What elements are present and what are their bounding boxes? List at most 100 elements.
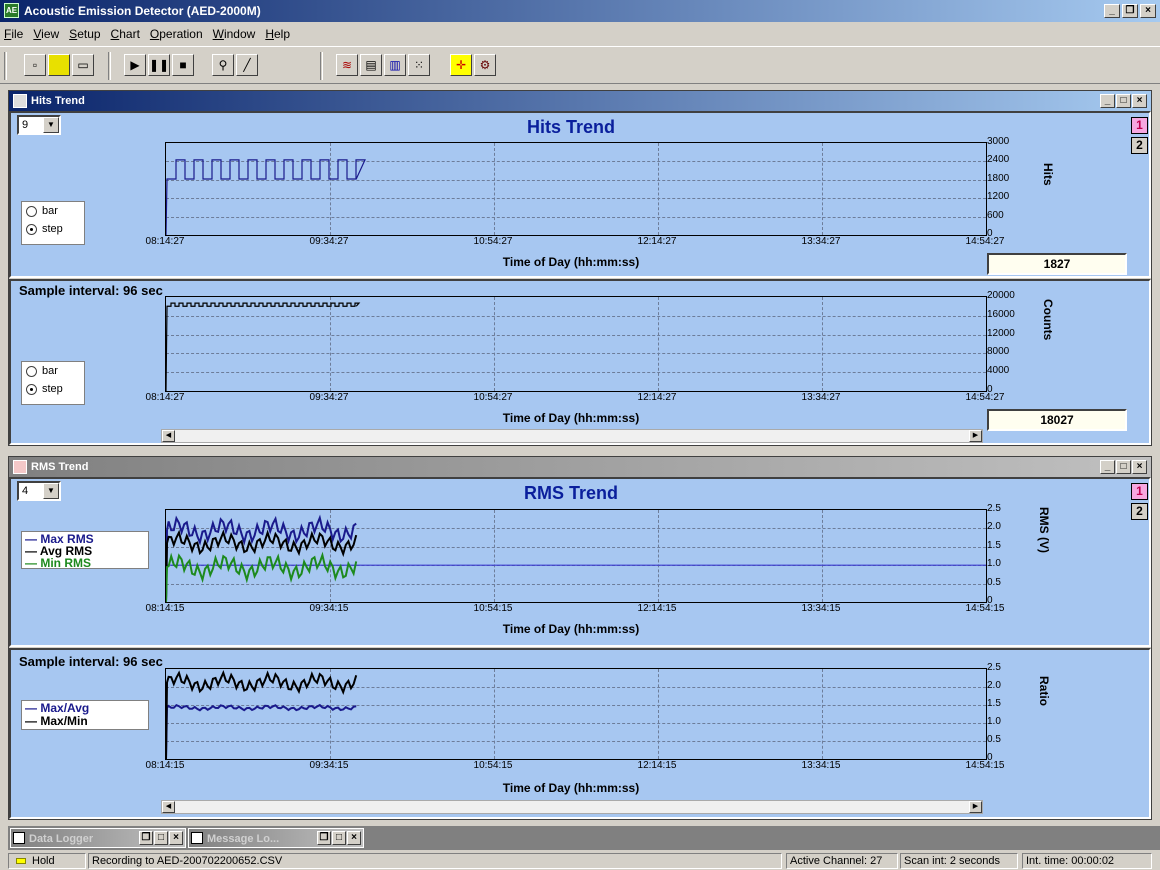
x-tick-label: 08:14:15 <box>145 760 185 771</box>
chart-bar-icon[interactable]: ▥ <box>384 54 406 76</box>
minimize-button[interactable]: _ <box>1104 4 1120 18</box>
scroll-left-icon[interactable]: ◀ <box>162 430 175 442</box>
y-tick-label: 1800 <box>987 172 1010 184</box>
scroll-right-icon[interactable]: ▶ <box>969 430 982 442</box>
menu-bar: File View Setup Chart Operation Window H… <box>0 22 1160 46</box>
data-logger-tab[interactable]: Data Logger ❐ □ × <box>10 828 186 848</box>
maximize-button[interactable]: □ <box>1116 94 1131 108</box>
chevron-down-icon[interactable]: ▼ <box>43 117 59 133</box>
app-title-bar: AE Acoustic Emission Detector (AED-2000M… <box>0 0 1160 22</box>
close-button[interactable]: × <box>169 831 183 845</box>
restore-button[interactable]: ❐ <box>317 831 331 845</box>
probe-icon[interactable]: ⚲ <box>212 54 234 76</box>
y-tick-label: 2400 <box>987 154 1010 166</box>
chart-area-icon[interactable]: ▤ <box>360 54 382 76</box>
minimize-button[interactable]: _ <box>1100 460 1115 474</box>
x-tick-label: 13:34:15 <box>801 603 841 614</box>
x-tick-label: 09:34:27 <box>309 392 349 403</box>
chart-window-icon <box>13 460 27 474</box>
hits-trend-titlebar[interactable]: Hits Trend _ □ × <box>9 91 1151 111</box>
menu-chart[interactable]: Chart <box>111 27 140 41</box>
radio-circle <box>26 223 37 235</box>
minimize-button[interactable]: _ <box>1100 94 1115 108</box>
rms-plot-area[interactable] <box>165 509 987 603</box>
series-line <box>166 159 366 235</box>
y-tick-label: 2.5 <box>987 662 1001 673</box>
pause-icon[interactable]: ❚❚ <box>148 54 170 76</box>
y-tick-label: 600 <box>987 209 1004 221</box>
page-button-1[interactable]: 1 <box>1131 117 1148 134</box>
status-channel: Active Channel: 27 <box>786 853 898 869</box>
maximize-button[interactable]: □ <box>332 831 346 845</box>
legend-item: — Max/Min <box>25 714 88 728</box>
y-tick-label: 2.5 <box>987 503 1001 514</box>
menu-operation[interactable]: Operation <box>150 27 203 41</box>
restore-button[interactable]: ❐ <box>1122 4 1138 18</box>
toolbar-separator <box>320 52 323 80</box>
radio-bar[interactable]: bar <box>22 362 84 380</box>
radio-bar[interactable]: bar <box>22 202 84 220</box>
scroll-left-icon[interactable]: ◀ <box>162 801 175 813</box>
y-tick-label: 1.0 <box>987 558 1001 570</box>
hold-indicator-icon <box>16 858 26 864</box>
menu-view[interactable]: View <box>33 27 59 41</box>
menu-window[interactable]: Window <box>213 27 256 41</box>
chevron-down-icon[interactable]: ▼ <box>43 483 59 499</box>
x-axis-label: Time of Day (hh:mm:ss) <box>502 411 640 425</box>
y-tick-label: 16000 <box>987 308 1015 320</box>
y-tick-label: 12000 <box>987 327 1015 339</box>
hits-plot-area[interactable] <box>165 142 987 236</box>
legend-item: — Avg RMS <box>25 544 93 558</box>
counts-value: 18027 <box>987 409 1127 431</box>
maximize-button[interactable]: □ <box>154 831 168 845</box>
channel-select[interactable]: 4 ▼ <box>17 481 61 501</box>
status-bar: Hold Recording to AED-200702200652.CSV A… <box>0 852 1160 870</box>
horizontal-scrollbar[interactable]: ◀ ▶ <box>161 429 983 443</box>
crosshair-icon[interactable]: ✛ <box>450 54 472 76</box>
pen-icon[interactable]: ╱ <box>236 54 258 76</box>
x-tick-label: 09:34:15 <box>309 603 349 614</box>
page-button-1[interactable]: 1 <box>1131 483 1148 500</box>
chart-line-icon[interactable]: ≋ <box>336 54 358 76</box>
open-icon[interactable] <box>48 54 70 76</box>
channel-select[interactable]: 9 ▼ <box>17 115 61 135</box>
menu-setup[interactable]: Setup <box>69 27 100 41</box>
x-tick-label: 12:14:15 <box>637 603 677 614</box>
close-button[interactable]: × <box>1132 94 1147 108</box>
play-icon[interactable]: ▶ <box>124 54 146 76</box>
x-tick-label: 10:54:15 <box>473 603 513 614</box>
page-button-2[interactable]: 2 <box>1131 137 1148 154</box>
x-tick-label: 08:14:27 <box>145 236 185 247</box>
restore-button[interactable]: ❐ <box>139 831 153 845</box>
radio-label: bar <box>42 365 58 377</box>
menu-help[interactable]: Help <box>265 27 290 41</box>
page-button-2[interactable]: 2 <box>1131 503 1148 520</box>
close-button[interactable]: × <box>1132 460 1147 474</box>
menu-file[interactable]: File <box>4 27 23 41</box>
maximize-button[interactable]: □ <box>1116 460 1131 474</box>
display-mode-radio-group: bar step <box>21 361 85 405</box>
scroll-right-icon[interactable]: ▶ <box>969 801 982 813</box>
x-tick-label: 13:34:15 <box>801 760 841 771</box>
counts-pane: Sample interval: 96 sec bar step Time of… <box>9 279 1151 445</box>
close-button[interactable]: × <box>1140 4 1156 18</box>
status-scan-interval: Scan int: 2 seconds <box>900 853 1018 869</box>
message-log-tab[interactable]: Message Lo... ❐ □ × <box>188 828 364 848</box>
rms-trend-titlebar[interactable]: RMS Trend _ □ × <box>9 457 1151 477</box>
legend-label: Avg RMS <box>39 544 93 558</box>
new-icon[interactable]: ▫ <box>24 54 46 76</box>
horizontal-scrollbar[interactable]: ◀ ▶ <box>161 800 983 814</box>
ratio-plot-area[interactable] <box>165 668 987 760</box>
y-tick-label: 0 <box>987 384 993 395</box>
radio-step[interactable]: step <box>22 380 84 398</box>
radio-label: step <box>42 223 63 235</box>
rms-legend: — Max RMS — Avg RMS — Min RMS <box>21 531 149 569</box>
radio-step[interactable]: step <box>22 220 84 238</box>
y-tick-label: 1.5 <box>987 698 1001 709</box>
save-icon[interactable]: ▭ <box>72 54 94 76</box>
close-button[interactable]: × <box>347 831 361 845</box>
settings-icon[interactable]: ⚙ <box>474 54 496 76</box>
stop-icon[interactable]: ■ <box>172 54 194 76</box>
counts-plot-area[interactable] <box>165 296 987 392</box>
chart-scatter-icon[interactable]: ⁙ <box>408 54 430 76</box>
